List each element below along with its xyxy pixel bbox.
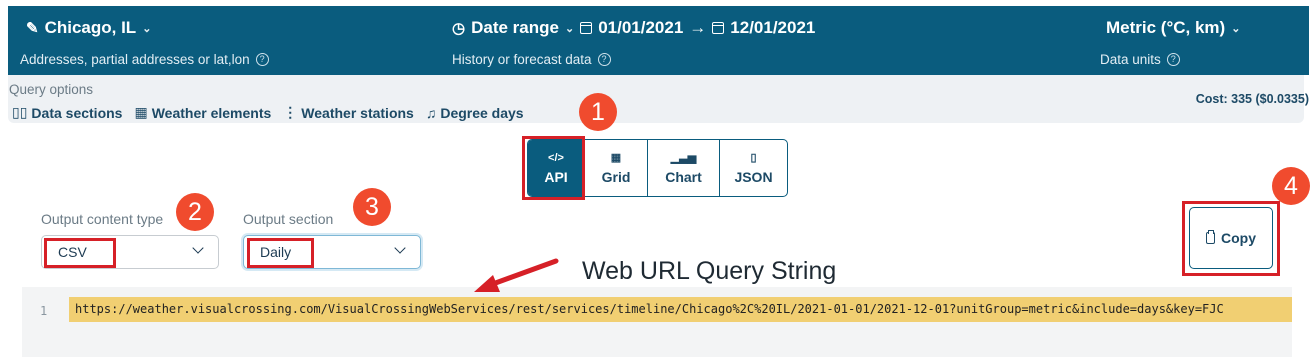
grid-icon: ▦ (610, 151, 622, 164)
degree-days-button[interactable]: ♫ Degree days (426, 104, 524, 121)
calendar-icon (580, 22, 593, 34)
help-icon[interactable]: ? (1166, 53, 1180, 66)
pencil-icon: ✎ (26, 20, 39, 37)
tab-chart-label: Chart (665, 168, 702, 185)
date-end[interactable]: 12/01/2021 (730, 18, 815, 38)
bell-icon: ♫ (425, 104, 437, 121)
annotation-badge-2: 2 (176, 193, 214, 231)
chevron-down-icon: ⌄ (142, 22, 152, 35)
date-hint-text: History or forecast data (452, 52, 592, 67)
query-options-label: Query options (9, 82, 94, 97)
code-editor[interactable]: 1 https://weather.visualcrossing.com/Vis… (22, 287, 1292, 357)
tab-grid[interactable]: ▦ Grid (584, 140, 647, 196)
units-hint: Data units ? (1100, 52, 1180, 67)
date-range-selector[interactable]: ◷ Date range ⌄ 01/01/2021 → 12/01/2021 (452, 18, 815, 38)
tab-grid-label: Grid (601, 168, 631, 185)
annotation-arrow-icon (474, 258, 559, 292)
location-selector[interactable]: ✎ Chicago, IL ⌄ (26, 18, 151, 38)
help-icon[interactable]: ? (255, 53, 269, 66)
cost-value: Cost: 335 ($0.0335) (1195, 92, 1309, 106)
line-number: 1 (40, 304, 48, 318)
highlight-copy-button (1182, 201, 1280, 276)
degree-days-label: Degree days (440, 104, 524, 121)
weather-elements-label: Weather elements (151, 104, 272, 121)
clock-icon: ◷ (452, 20, 466, 37)
annotation-badge-3: 3 (353, 188, 391, 226)
more-vertical-icon: ⋮ (283, 104, 298, 120)
weather-stations-label: Weather stations (301, 104, 414, 121)
units-selector[interactable]: Metric (°C, km) ⌄ (1106, 18, 1240, 38)
units-hint-text: Data units (1100, 52, 1161, 67)
annotation-caption: Web URL Query String (582, 257, 837, 285)
query-url[interactable]: https://weather.visualcrossing.com/Visua… (69, 297, 1292, 322)
tab-chart[interactable]: ▁▃▅ Chart (647, 140, 719, 196)
chevron-down-icon: ⌄ (564, 22, 575, 35)
output-content-type-label: Output content type (41, 211, 164, 227)
tab-json[interactable]: ▯ JSON (719, 140, 787, 196)
data-sections-button[interactable]: ▯▯ Data sections (12, 104, 122, 121)
data-sections-label: Data sections (31, 104, 123, 121)
calendar-icon (712, 22, 725, 34)
annotation-badge-4: 4 (1272, 167, 1310, 205)
output-section-label: Output section (243, 211, 334, 227)
chevron-down-icon (192, 242, 204, 254)
help-icon[interactable]: ? (597, 53, 611, 66)
bar-chart-icon: ▁▃▅ (670, 151, 697, 164)
weather-elements-button[interactable]: ▦ Weather elements (134, 104, 271, 121)
query-options-bar: Query options ▯▯ Data sections ▦ Weather… (8, 75, 1309, 123)
columns-icon: ▯▯ (12, 104, 28, 120)
location-hint-text: Addresses, partial addresses or lat,lon (20, 52, 250, 67)
chevron-down-icon (394, 242, 406, 254)
chevron-down-icon: ⌄ (1231, 22, 1241, 35)
highlight-output-section (247, 238, 314, 268)
grid-icon: ▦ (134, 104, 148, 120)
weather-stations-button[interactable]: ⋮ Weather stations (283, 104, 414, 121)
highlight-api-tab (522, 136, 585, 200)
location-value: Chicago, IL (44, 18, 137, 37)
tab-json-label: JSON (734, 168, 773, 185)
date-range-label: Date range (471, 18, 559, 37)
units-value: Metric (°C, km) (1106, 18, 1226, 37)
query-header: ✎ Chicago, IL ⌄ Addresses, partial addre… (8, 6, 1309, 75)
location-hint: Addresses, partial addresses or lat,lon … (20, 52, 269, 67)
arrow-right-icon: → (689, 18, 707, 37)
date-start[interactable]: 01/01/2021 (598, 18, 683, 38)
date-hint: History or forecast data ? (452, 52, 611, 67)
file-icon: ▯ (750, 151, 757, 164)
highlight-content-type (44, 238, 116, 268)
annotation-badge-1: 1 (579, 93, 617, 131)
